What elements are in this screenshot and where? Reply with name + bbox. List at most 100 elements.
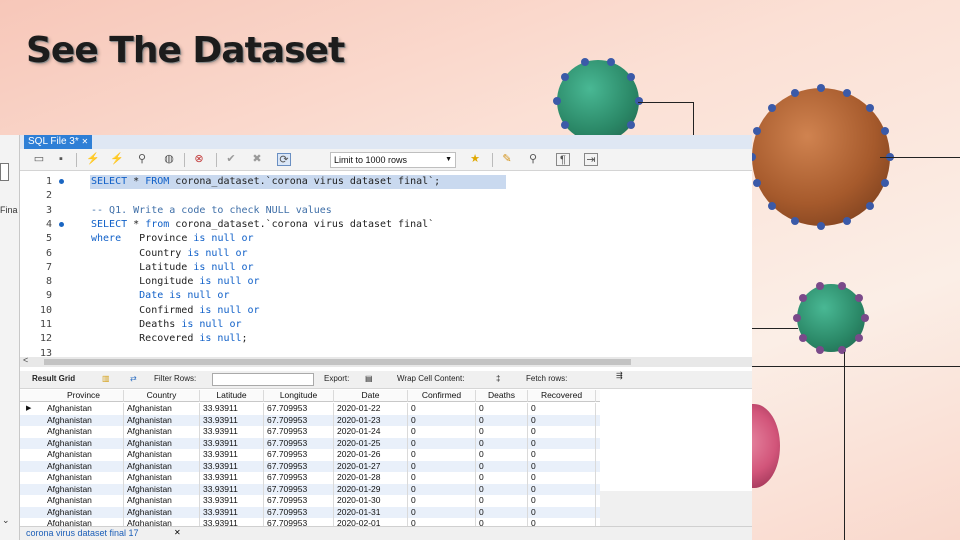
- table-cell[interactable]: 2020-01-22: [334, 403, 408, 415]
- result-grid-tab[interactable]: Result Grid: [32, 374, 75, 383]
- table-cell[interactable]: 0: [476, 426, 528, 438]
- table-cell[interactable]: 2020-01-29: [334, 483, 408, 495]
- table-cell[interactable]: 0: [528, 506, 596, 518]
- code-line[interactable]: 8 Longitude is null or: [20, 275, 752, 289]
- table-cell[interactable]: 0: [408, 495, 476, 507]
- find-icon[interactable]: ⚲: [526, 153, 540, 166]
- table-cell[interactable]: Afghanistan: [44, 518, 124, 526]
- code-line[interactable]: 5 where Province is null or: [20, 232, 752, 246]
- table-cell[interactable]: Afghanistan: [124, 437, 200, 449]
- table-cell[interactable]: 0: [408, 437, 476, 449]
- table-cell[interactable]: 0: [408, 518, 476, 526]
- table-cell[interactable]: Afghanistan: [124, 483, 200, 495]
- execute-icon[interactable]: ⚡: [86, 153, 100, 166]
- table-cell[interactable]: 0: [528, 495, 596, 507]
- table-cell[interactable]: 33.93911: [200, 460, 264, 472]
- column-header[interactable]: Confirmed: [408, 390, 476, 402]
- table-cell[interactable]: 67.709953: [264, 414, 334, 426]
- column-header[interactable]: Deaths: [476, 390, 528, 402]
- code-line[interactable]: 12 Recovered is null;: [20, 332, 752, 346]
- table-cell[interactable]: 33.93911: [200, 403, 264, 415]
- rollback-icon[interactable]: ✖: [250, 153, 264, 166]
- fetch-icon[interactable]: ⇶: [616, 371, 623, 380]
- bookmark-icon[interactable]: ★: [468, 153, 482, 166]
- table-cell[interactable]: 2020-01-25: [334, 437, 408, 449]
- table-cell[interactable]: 0: [528, 426, 596, 438]
- table-cell[interactable]: 0: [528, 472, 596, 484]
- tab-sql-file[interactable]: SQL File 3* ✕: [24, 135, 93, 149]
- table-cell[interactable]: 2020-01-30: [334, 495, 408, 507]
- table-cell[interactable]: 0: [476, 506, 528, 518]
- invisible-chars-icon[interactable]: ¶: [556, 153, 570, 166]
- table-cell[interactable]: Afghanistan: [124, 472, 200, 484]
- filter-rows-input[interactable]: [212, 373, 314, 386]
- refresh-icon[interactable]: ⇄: [130, 374, 137, 383]
- table-cell[interactable]: 33.93911: [200, 506, 264, 518]
- code-line[interactable]: 7 Latitude is null or: [20, 261, 752, 275]
- table-row[interactable]: Afghanistan Afghanistan 33.93911 67.709953 2…: [20, 437, 600, 449]
- autocommit-icon[interactable]: ⟳: [277, 153, 291, 166]
- result-tab[interactable]: corona virus dataset final 17: [26, 528, 139, 538]
- table-cell[interactable]: Afghanistan: [44, 483, 124, 495]
- table-cell[interactable]: 0: [408, 472, 476, 484]
- table-cell[interactable]: Afghanistan: [44, 426, 124, 438]
- table-cell[interactable]: Afghanistan: [44, 414, 124, 426]
- folder-open-icon[interactable]: ▭: [32, 153, 46, 166]
- table-row[interactable]: Afghanistan Afghanistan 33.93911 67.709953 2…: [20, 483, 600, 495]
- wrap-cell-icon[interactable]: ‡: [496, 374, 500, 383]
- table-cell[interactable]: 67.709953: [264, 472, 334, 484]
- table-cell[interactable]: 0: [476, 414, 528, 426]
- table-cell[interactable]: Afghanistan: [124, 403, 200, 415]
- table-cell[interactable]: 0: [408, 506, 476, 518]
- code-line[interactable]: 1 SELECT * FROM corona_dataset.`corona vi…: [20, 175, 752, 189]
- table-cell[interactable]: Afghanistan: [44, 506, 124, 518]
- table-cell[interactable]: 33.93911: [200, 483, 264, 495]
- limit-rows-select[interactable]: Limit to 1000 rows ▼: [330, 152, 456, 168]
- table-cell[interactable]: 33.93911: [200, 518, 264, 526]
- execute-current-icon[interactable]: ⚡: [110, 153, 124, 166]
- table-cell[interactable]: 2020-01-23: [334, 414, 408, 426]
- table-cell[interactable]: Afghanistan: [44, 495, 124, 507]
- table-row[interactable]: Afghanistan Afghanistan 33.93911 67.709953 2…: [20, 414, 600, 426]
- table-cell[interactable]: 0: [408, 403, 476, 415]
- table-cell[interactable]: 0: [408, 426, 476, 438]
- table-cell[interactable]: 33.93911: [200, 449, 264, 461]
- table-row[interactable]: Afghanistan Afghanistan 33.93911 67.709953 2…: [20, 495, 600, 507]
- table-cell[interactable]: 67.709953: [264, 426, 334, 438]
- table-cell[interactable]: Afghanistan: [44, 449, 124, 461]
- table-cell[interactable]: 2020-02-01: [334, 518, 408, 526]
- table-cell[interactable]: 2020-01-26: [334, 449, 408, 461]
- code-line[interactable]: 3 -- Q1. Write a code to check NULL value…: [20, 204, 752, 218]
- table-cell[interactable]: 2020-01-31: [334, 506, 408, 518]
- table-row[interactable]: Afghanistan Afghanistan 33.93911 67.709953 2…: [20, 506, 600, 518]
- table-row[interactable]: Afghanistan Afghanistan 33.93911 67.709953 2…: [20, 449, 600, 461]
- table-row[interactable]: Afghanistan Afghanistan 33.93911 67.709953 2…: [20, 472, 600, 484]
- table-cell[interactable]: 0: [408, 460, 476, 472]
- table-cell[interactable]: Afghanistan: [44, 437, 124, 449]
- table-cell[interactable]: 0: [476, 437, 528, 449]
- table-cell[interactable]: 67.709953: [264, 460, 334, 472]
- table-cell[interactable]: 0: [408, 449, 476, 461]
- export-icon[interactable]: ▤: [365, 374, 373, 383]
- table-cell[interactable]: 2020-01-27: [334, 460, 408, 472]
- table-cell[interactable]: 67.709953: [264, 506, 334, 518]
- table-cell[interactable]: 33.93911: [200, 472, 264, 484]
- schema-search-box[interactable]: [0, 163, 9, 181]
- save-icon[interactable]: ▪: [54, 153, 68, 166]
- table-cell[interactable]: Afghanistan: [44, 460, 124, 472]
- table-cell[interactable]: 0: [528, 449, 596, 461]
- code-line[interactable]: 2: [20, 189, 752, 203]
- table-cell[interactable]: 0: [528, 437, 596, 449]
- table-cell[interactable]: 67.709953: [264, 518, 334, 526]
- horizontal-scrollbar[interactable]: <: [20, 355, 752, 367]
- table-cell[interactable]: Afghanistan: [124, 460, 200, 472]
- column-header[interactable]: Longitude: [264, 390, 334, 402]
- code-line[interactable]: 10 Confirmed is null or: [20, 304, 752, 318]
- chevron-down-icon[interactable]: ⌄: [2, 515, 10, 526]
- table-cell[interactable]: 33.93911: [200, 437, 264, 449]
- table-cell[interactable]: Afghanistan: [44, 472, 124, 484]
- commit-icon[interactable]: ✔: [224, 153, 238, 166]
- scroll-left-icon[interactable]: <: [23, 355, 28, 365]
- table-cell[interactable]: 0: [476, 449, 528, 461]
- column-header[interactable]: Latitude: [200, 390, 264, 402]
